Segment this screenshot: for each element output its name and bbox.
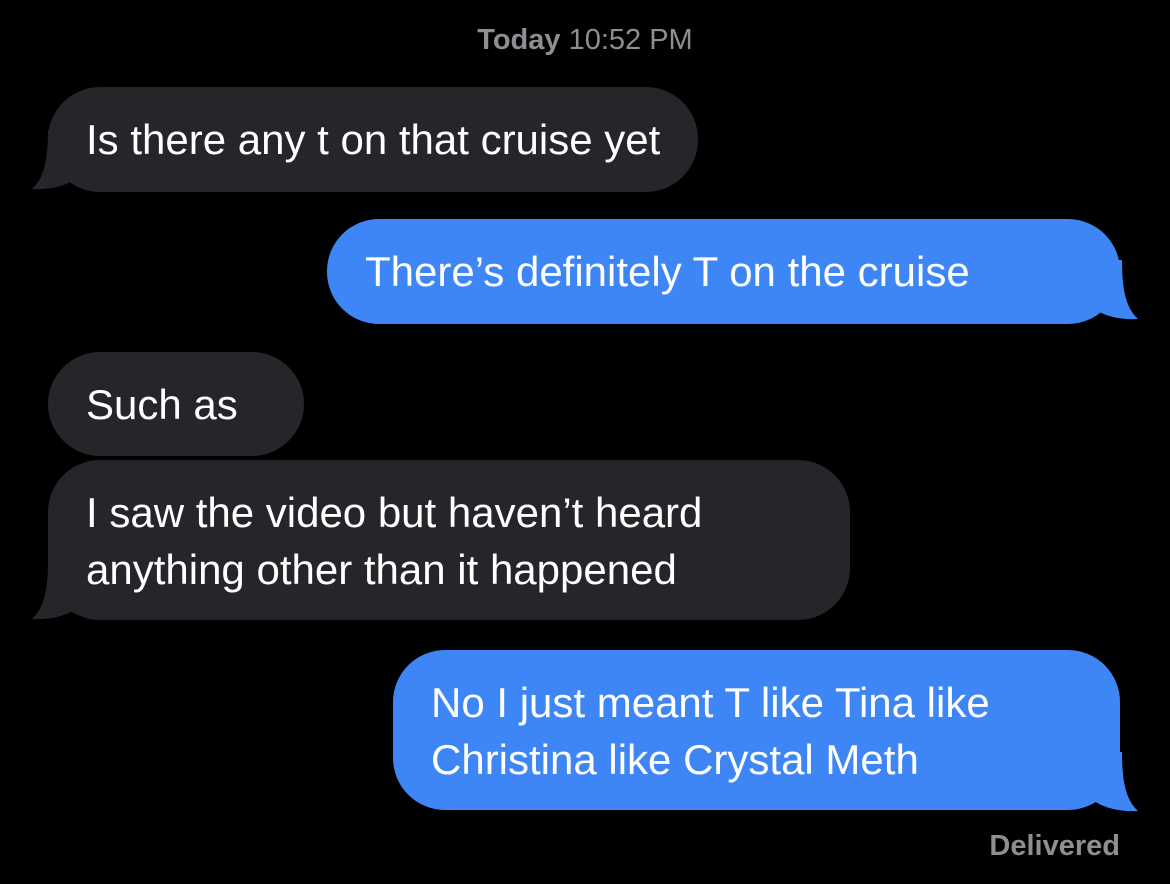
conversation-timestamp: Today 10:52 PM <box>0 22 1170 58</box>
timestamp-day: Today <box>477 24 561 56</box>
message-text-line: Such as <box>86 381 238 428</box>
message-text-line: Christina like Crystal Meth <box>431 736 919 783</box>
message-text-line: There’s definitely T on the cruise <box>365 248 970 295</box>
message-text-line: Is there any t on that cruise yet <box>86 116 661 163</box>
delivery-status: Delivered <box>989 830 1120 862</box>
message-text-line: I saw the video but haven’t heard <box>86 489 703 536</box>
timestamp-time: 10:52 PM <box>568 24 693 56</box>
message-text-line: No I just meant T like Tina like <box>431 679 990 726</box>
message-text-line: anything other than it happened <box>86 546 677 593</box>
